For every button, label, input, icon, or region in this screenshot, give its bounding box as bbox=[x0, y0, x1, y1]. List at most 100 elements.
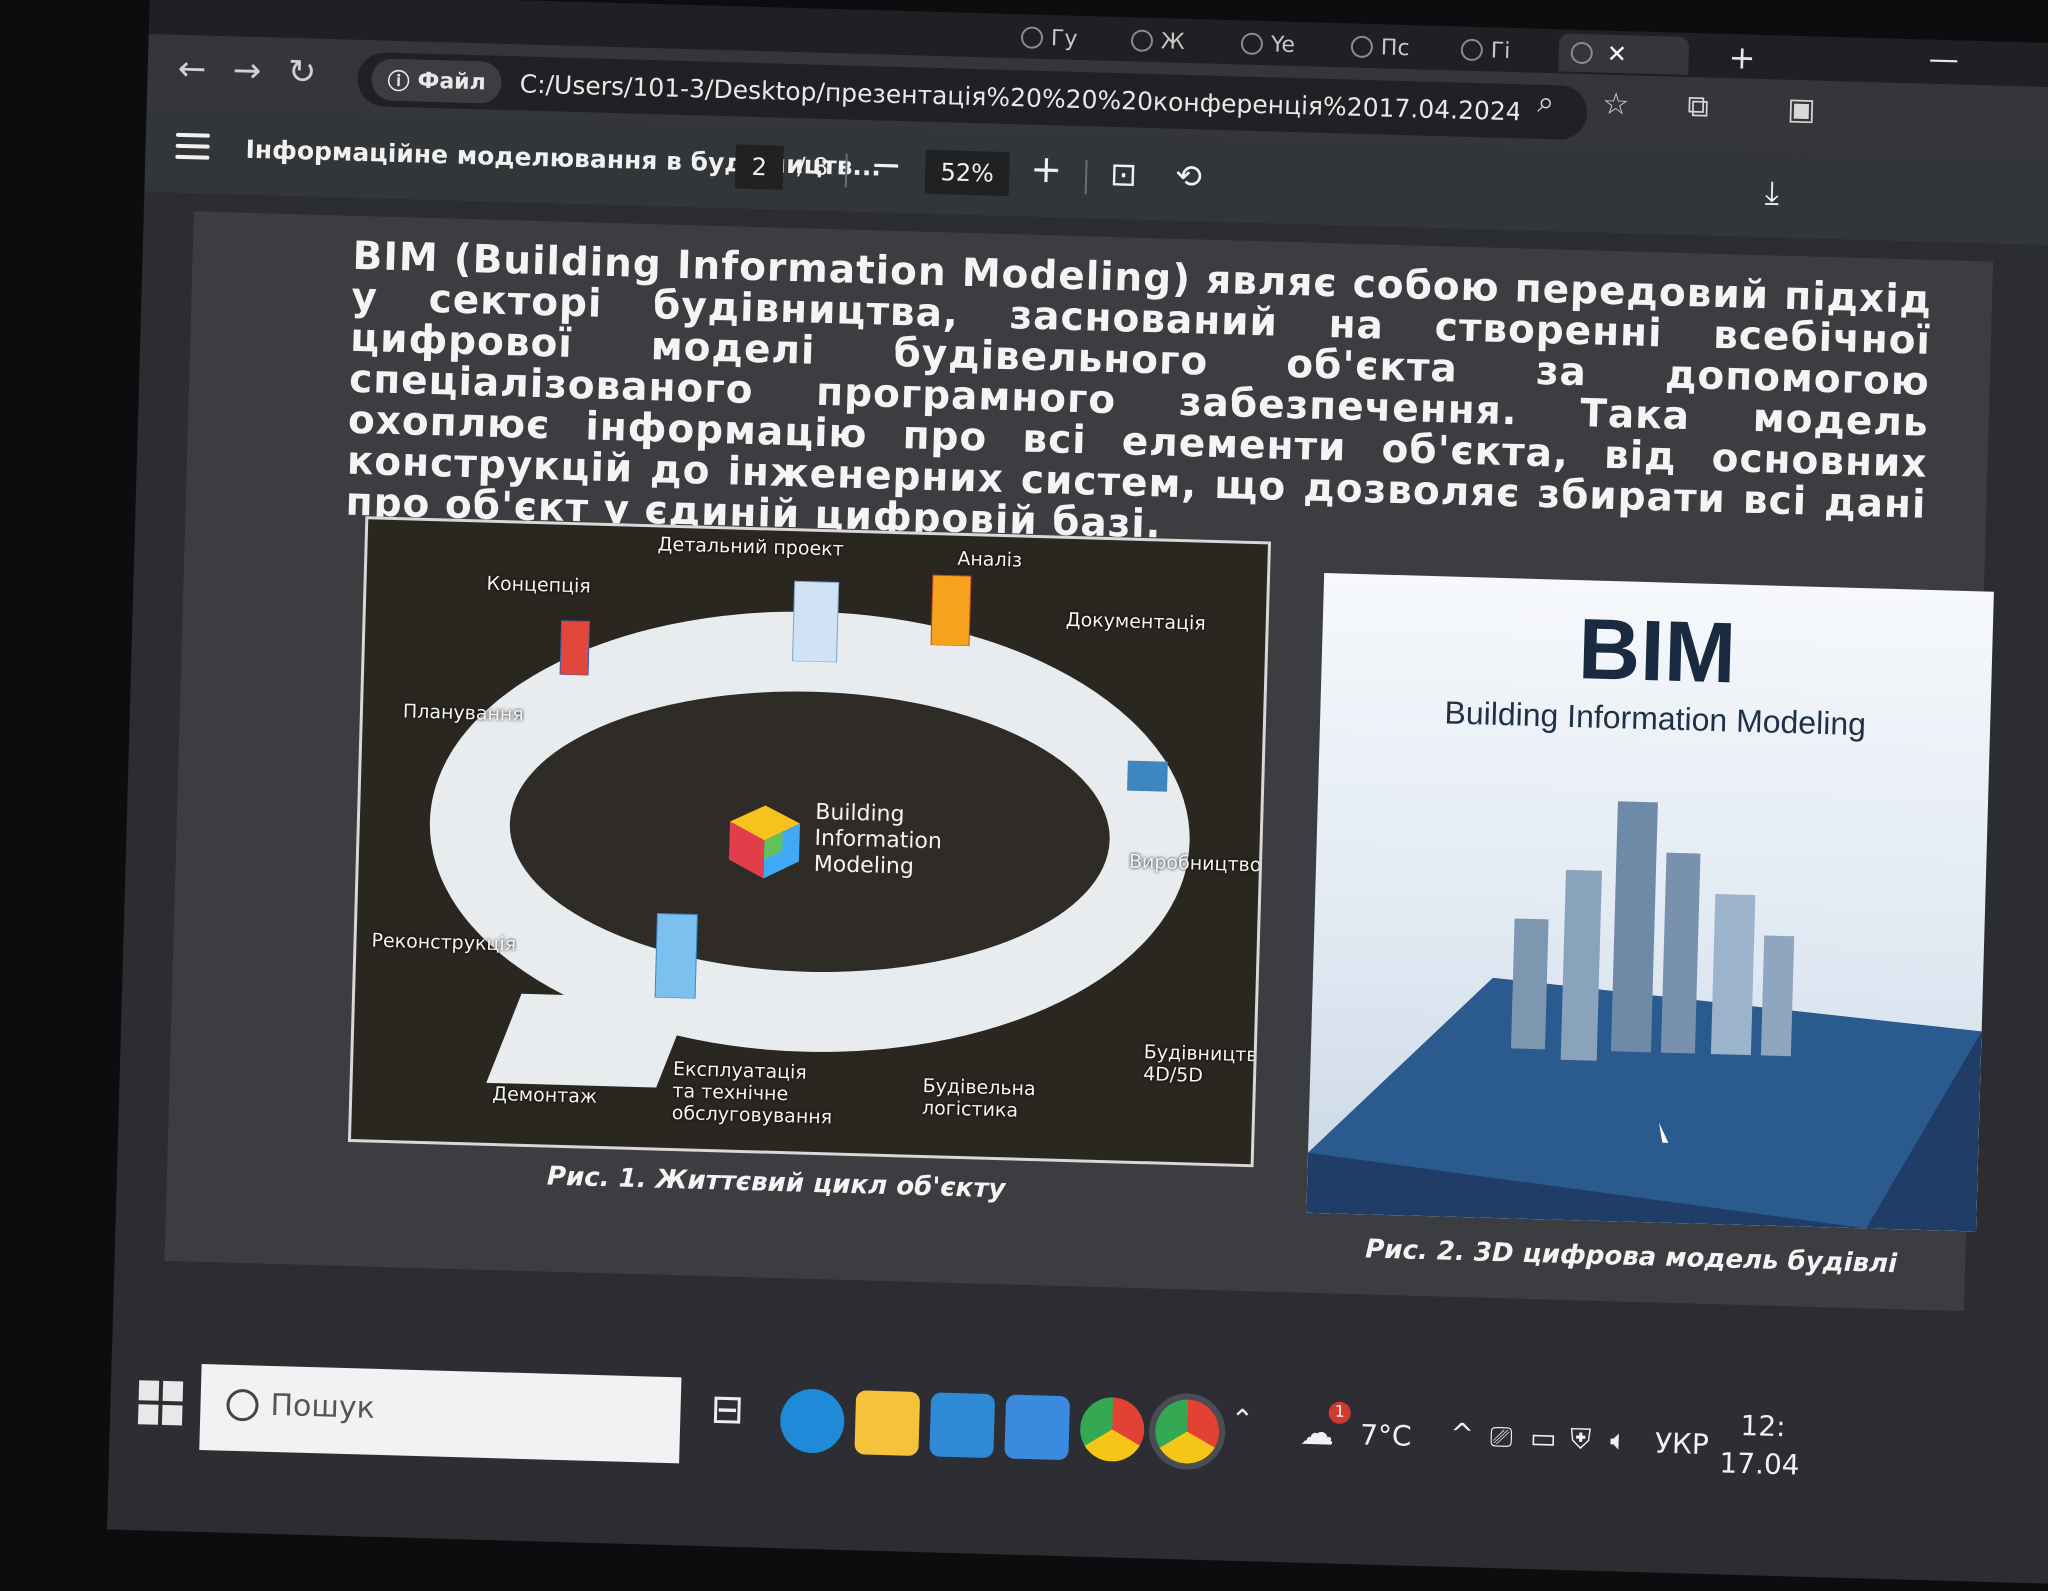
language-indicator[interactable]: УКР bbox=[1655, 1427, 1710, 1461]
windows-start-icon[interactable] bbox=[137, 1380, 184, 1426]
browser-tab[interactable]: Гі bbox=[1448, 30, 1559, 71]
windows-taskbar: Пошук ⊟ ⌃ ☁ 1 7°C ^ ⎚ ▭ ⛨ 🔈︎ УКР 12: 17.… bbox=[108, 1349, 2048, 1521]
center-label-line: Information bbox=[814, 825, 943, 855]
tab-label: Гу bbox=[1050, 25, 1078, 52]
taskbar-search[interactable]: Пошук bbox=[199, 1363, 682, 1464]
zoom-out-button[interactable]: − bbox=[870, 142, 903, 187]
back-icon[interactable]: ← bbox=[177, 49, 207, 90]
menu-icon[interactable] bbox=[175, 132, 211, 167]
taskbar-scroll-icon[interactable]: ⌃ bbox=[1230, 1403, 1254, 1437]
download-icon[interactable]: ⤓ bbox=[1764, 173, 1779, 212]
search-icon bbox=[226, 1388, 259, 1422]
browser-tab-active[interactable]: ✕ bbox=[1558, 33, 1690, 75]
document-title: Інформаційне моделювання в будівництв... bbox=[245, 134, 882, 182]
building-icon bbox=[791, 580, 840, 663]
lifecycle-ring-tail bbox=[486, 993, 692, 1088]
stage-label: Виробництво bbox=[1128, 850, 1262, 877]
minimize-window-button[interactable]: — bbox=[1928, 42, 1959, 78]
city-model-image bbox=[1306, 801, 1982, 1232]
crane-icon bbox=[1127, 760, 1168, 792]
building-icon bbox=[559, 620, 591, 676]
info-icon: ⓘ bbox=[387, 69, 410, 96]
volume-icon[interactable]: 🔈︎ bbox=[1610, 1423, 1628, 1457]
tab-label: Пс bbox=[1380, 34, 1410, 61]
zoom-level-input[interactable]: 52% bbox=[924, 149, 1010, 197]
new-tab-button[interactable]: + bbox=[1728, 38, 1756, 77]
stage-label: Будівельна логістика bbox=[922, 1075, 1036, 1122]
tray-overflow-icon[interactable]: ^ bbox=[1450, 1417, 1474, 1451]
lifecycle-figure: Building Information Modeling Детальний … bbox=[347, 516, 1272, 1168]
pdf-page: BIM (Building Information Modeling) явля… bbox=[164, 211, 1994, 1312]
page-count: / 8 bbox=[797, 152, 829, 181]
browser-tab[interactable]: Гу bbox=[1008, 18, 1119, 59]
mail-icon[interactable] bbox=[1004, 1394, 1071, 1461]
clock-date[interactable]: 17.04 bbox=[1719, 1446, 1800, 1481]
monitor-screen: Гу Ж Ye Пс Гі ✕ + — ← → ↻ ⓘ Файл C:/User… bbox=[107, 0, 2048, 1591]
weather-icon[interactable]: ☁ bbox=[1300, 1413, 1335, 1454]
ring-center-label: Building Information Modeling bbox=[813, 800, 942, 882]
stage-label-line: Будівельна bbox=[922, 1075, 1036, 1101]
zoom-in-button[interactable]: + bbox=[1030, 147, 1063, 192]
extensions-icon[interactable]: ⧉ bbox=[1687, 89, 1709, 125]
forward-icon[interactable]: → bbox=[232, 50, 262, 91]
page-number-input[interactable]: 2 bbox=[734, 144, 784, 190]
stage-label: Експлуатація та технічне обслуговування bbox=[672, 1058, 834, 1128]
globe-icon bbox=[1570, 41, 1594, 65]
fit-page-icon[interactable]: ⊡ bbox=[1110, 155, 1138, 194]
center-label-line: Building bbox=[814, 799, 905, 828]
security-icon[interactable]: ⛨ bbox=[1570, 1422, 1592, 1457]
stage-label: Детальний проект bbox=[657, 533, 845, 561]
url-text[interactable]: C:/Users/101-3/Desktop/презентація%20%20… bbox=[519, 69, 1519, 126]
file-explorer-icon[interactable] bbox=[854, 1390, 921, 1457]
site-info-chip[interactable]: ⓘ Файл bbox=[371, 58, 503, 104]
side-panel-icon[interactable]: ▣ bbox=[1787, 92, 1816, 128]
globe-icon bbox=[1460, 38, 1484, 62]
store-icon[interactable] bbox=[929, 1392, 996, 1459]
toolbar-divider bbox=[1084, 160, 1088, 195]
stage-label-line: логістика bbox=[921, 1096, 1019, 1122]
rotate-icon[interactable]: ⟲ bbox=[1175, 157, 1203, 196]
globe-icon bbox=[1130, 29, 1154, 53]
globe-icon bbox=[1240, 32, 1264, 56]
chrome-profile-icon[interactable] bbox=[1148, 1392, 1227, 1471]
edge-icon[interactable] bbox=[779, 1388, 846, 1454]
bookmark-star-icon[interactable]: ☆ bbox=[1602, 87, 1630, 123]
stage-label-line: обслуговування bbox=[671, 1102, 833, 1129]
globe-icon bbox=[1350, 35, 1374, 59]
center-label-line: Modeling bbox=[813, 851, 915, 880]
stage-label: Концепція bbox=[486, 572, 592, 598]
site-info-label: Файл bbox=[417, 68, 487, 95]
stage-label-line: 4D/5D bbox=[1142, 1063, 1204, 1087]
clock-time[interactable]: 12: bbox=[1740, 1409, 1786, 1443]
task-view-icon[interactable]: ⊟ bbox=[709, 1386, 775, 1452]
network-icon[interactable]: ▭ bbox=[1530, 1421, 1557, 1455]
bim-paragraph: BIM (Building Information Modeling) явля… bbox=[345, 233, 1933, 548]
close-tab-icon[interactable]: ✕ bbox=[1606, 40, 1627, 69]
tab-label: Ж bbox=[1160, 28, 1186, 55]
stage-label: Будівництво 4D/5D bbox=[1143, 1041, 1270, 1088]
stage-label: Документація bbox=[1065, 608, 1207, 635]
bim-3d-model-figure: BIM Building Information Modeling bbox=[1306, 573, 1994, 1232]
meet-icon[interactable]: ⎚ bbox=[1490, 1420, 1513, 1455]
total-pages: 8 bbox=[812, 152, 829, 182]
temperature[interactable]: 7°C bbox=[1360, 1418, 1412, 1452]
browser-tab[interactable]: Ye bbox=[1228, 24, 1339, 65]
globe-icon bbox=[1020, 26, 1044, 49]
browser-tab[interactable]: Пс bbox=[1338, 27, 1449, 68]
stage-label: Демонтаж bbox=[492, 1082, 598, 1108]
stage-label: Реконструкція bbox=[371, 929, 517, 956]
weather-badge: 1 bbox=[1328, 1401, 1352, 1425]
building-icon bbox=[930, 574, 972, 647]
tab-label: Ye bbox=[1270, 31, 1296, 58]
stage-label: Аналіз bbox=[957, 547, 1023, 572]
figure2-caption: Рис. 2. 3D цифрова модель будівлі bbox=[1364, 1234, 1898, 1280]
page-separator: / bbox=[796, 152, 806, 181]
browser-tab[interactable]: Ж bbox=[1118, 21, 1229, 62]
zoom-magnifier-icon[interactable]: ⌕ bbox=[1537, 85, 1555, 120]
chrome-icon[interactable] bbox=[1079, 1396, 1146, 1463]
building-icon bbox=[654, 913, 698, 999]
reload-icon[interactable]: ↻ bbox=[287, 52, 317, 93]
search-placeholder: Пошук bbox=[270, 1387, 376, 1426]
tab-label: Гі bbox=[1490, 37, 1511, 64]
figure1-caption: Рис. 1. Життєвий цикл об'єкту bbox=[546, 1161, 1006, 1205]
